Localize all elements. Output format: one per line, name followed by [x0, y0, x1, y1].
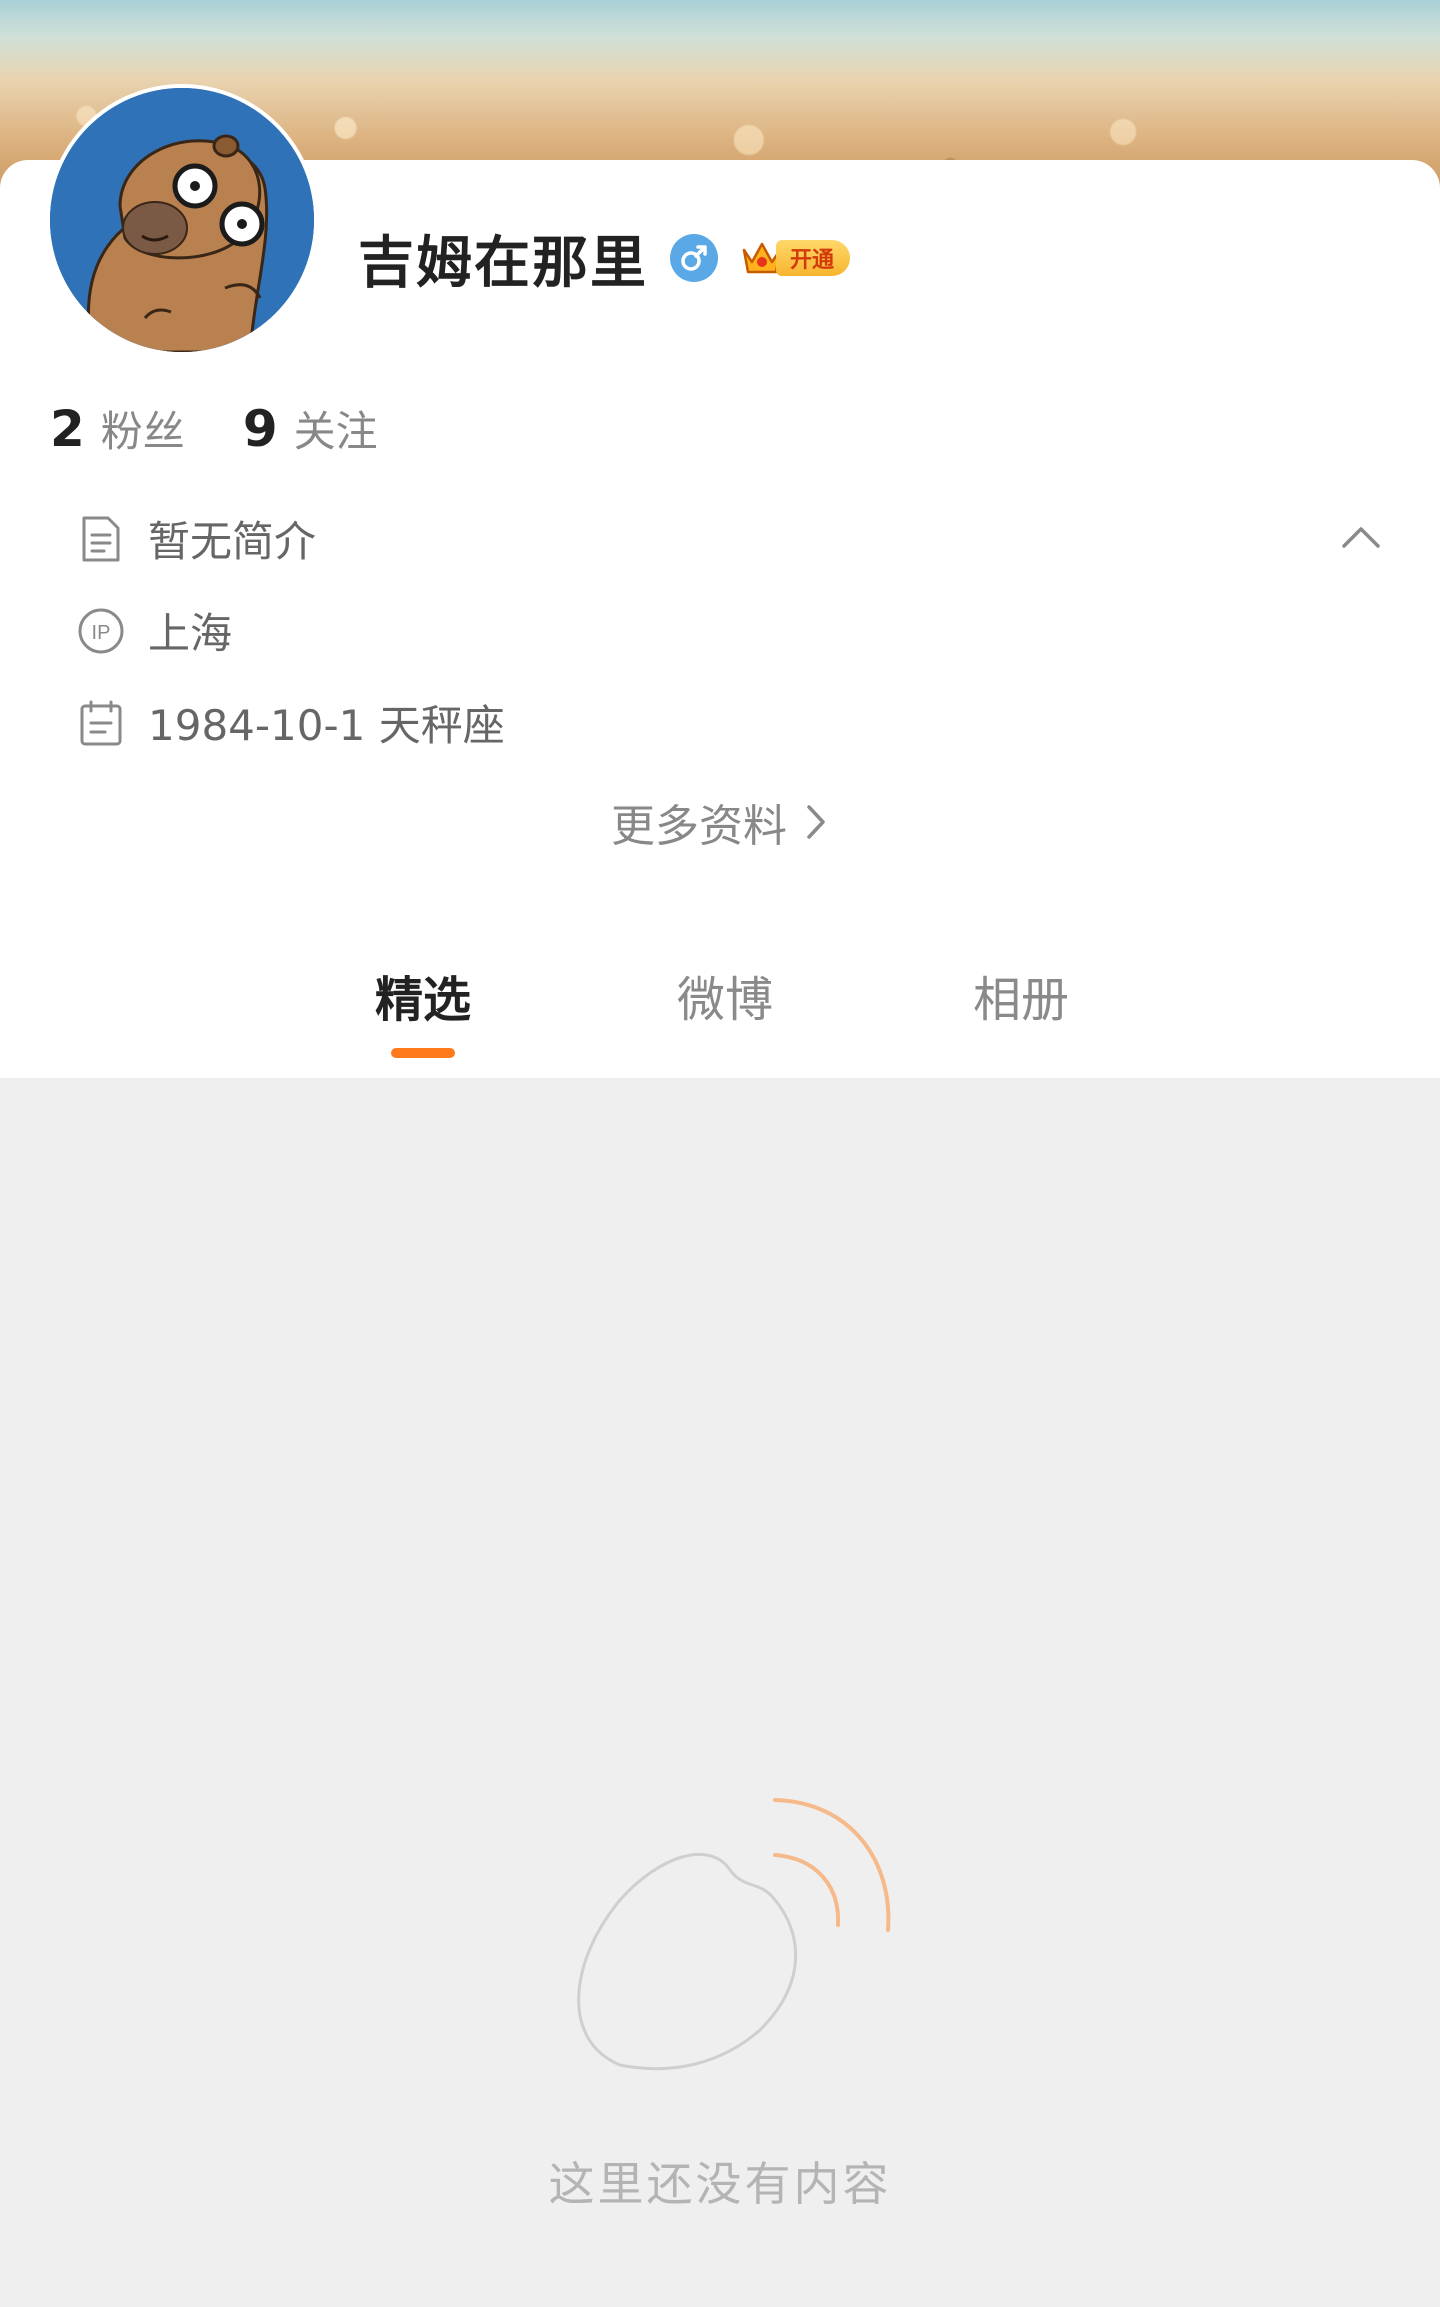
tab-weibo[interactable]: 微博: [635, 960, 815, 1030]
ip-row: IP 上海: [76, 600, 232, 661]
tab-active-indicator: [391, 1048, 455, 1058]
calendar-icon: [76, 698, 126, 748]
chevron-right-icon: [807, 805, 825, 839]
chevron-up-icon[interactable]: [1336, 512, 1386, 562]
following-stat[interactable]: 9 关注: [243, 398, 378, 459]
document-icon: [76, 514, 126, 564]
followers-stat[interactable]: 2 粉丝: [50, 398, 185, 459]
stats-row: 2 粉丝 9 关注: [50, 398, 436, 459]
more-info-label: 更多资料: [611, 801, 787, 852]
followers-label: 粉丝: [100, 407, 185, 456]
empty-weibo-logo-icon: [577, 1798, 891, 2071]
svg-text:IP: IP: [92, 622, 111, 644]
ip-location-icon: IP: [76, 606, 126, 656]
avatar-image: [50, 88, 314, 352]
name-row: 吉姆在那里 开通: [358, 218, 851, 298]
profile-name: 吉姆在那里: [358, 230, 648, 296]
followers-count: 2: [50, 400, 85, 458]
avatar[interactable]: [46, 84, 318, 356]
content-tabs: 精选 微博 相册: [0, 960, 1440, 1070]
male-icon: [670, 234, 718, 282]
following-count: 9: [242, 400, 278, 458]
ip-location-text: 上海: [148, 609, 233, 658]
vip-open-button[interactable]: 开通: [740, 235, 851, 281]
birthday-row: 1984-10-1 天秤座: [76, 692, 505, 753]
vip-label: 开通: [776, 240, 851, 276]
bio-row: 暂无简介: [76, 508, 316, 569]
empty-state-text: 这里还没有内容: [548, 2157, 892, 2211]
tab-featured[interactable]: 精选: [333, 960, 513, 1030]
birthday-text: 1984-10-1 天秤座: [148, 701, 505, 750]
bio-text: 暂无简介: [148, 517, 317, 566]
following-label: 关注: [293, 407, 378, 456]
more-info-button[interactable]: 更多资料: [0, 790, 1440, 854]
tab-album[interactable]: 相册: [931, 960, 1111, 1030]
